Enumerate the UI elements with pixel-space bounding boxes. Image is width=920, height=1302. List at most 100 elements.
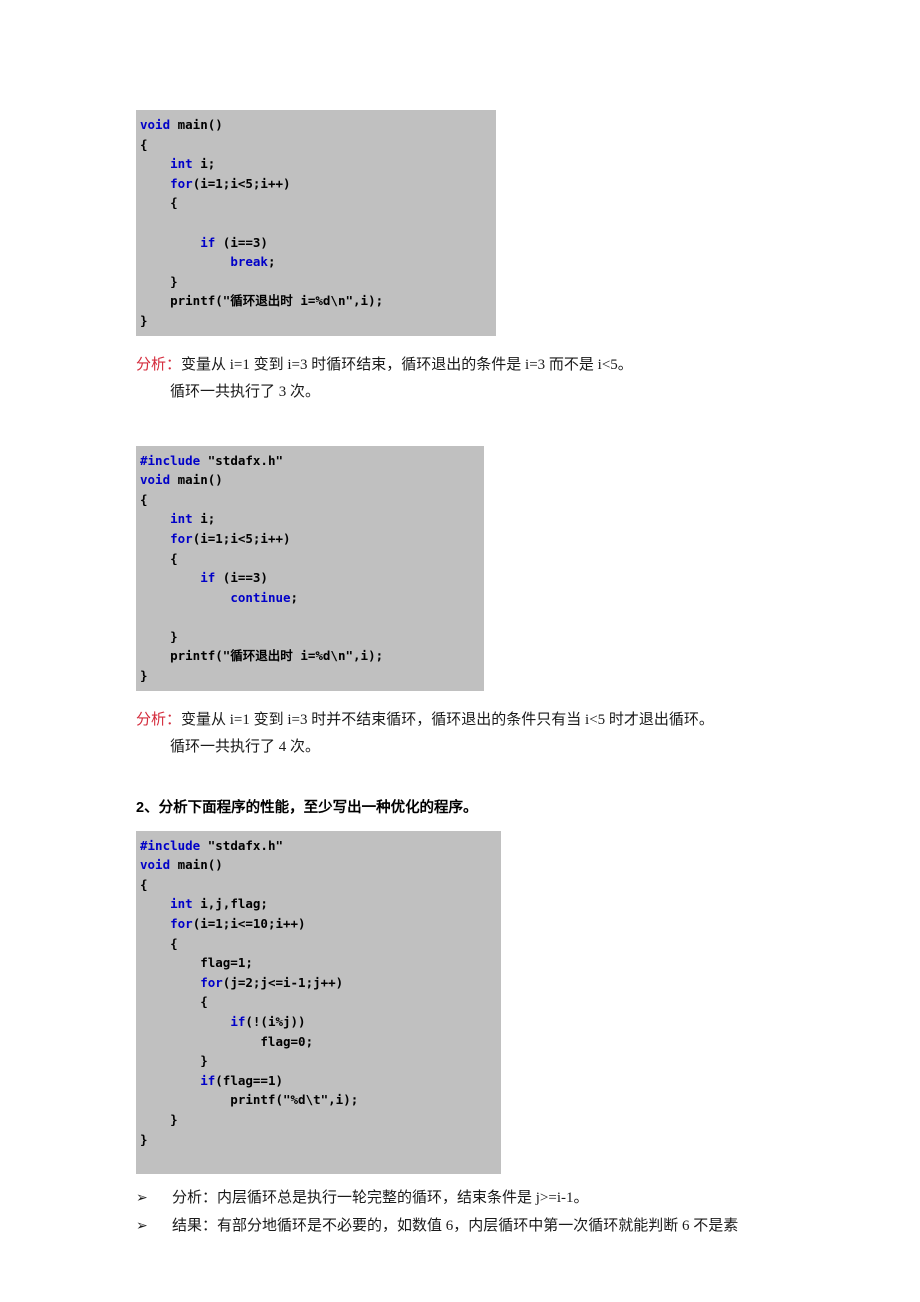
code-keyword: for <box>170 175 193 191</box>
section-2-heading: 2、分析下面程序的性能，至少写出一种优化的程序。 <box>136 799 478 816</box>
analysis-1-line-1: 分析：变量从 i=1 变到 i=3 时循环结束，循环退出的条件是 i=3 而不是… <box>136 352 836 379</box>
analysis-continue-example: 分析：变量从 i=1 变到 i=3 时并不结束循环，循环退出的条件只有当 i<5… <box>136 707 836 761</box>
code-line: { <box>140 875 501 895</box>
code-keyword: int <box>170 896 193 912</box>
arrow-bullet-icon: ➢ <box>136 1217 148 1234</box>
code-keyword: break <box>230 254 268 270</box>
code-keyword: if <box>200 234 216 250</box>
code-keyword: if <box>230 1014 246 1029</box>
code-line: flag=1; <box>140 953 501 973</box>
list-item: ➢ 分析：内层循环总是执行一轮完整的循环，结束条件是 j>=i-1。 <box>136 1184 836 1212</box>
code-keyword: void <box>140 472 171 488</box>
analysis-1-text-1: 变量从 i=1 变到 i=3 时循环结束，循环退出的条件是 i=3 而不是 i<… <box>181 356 633 373</box>
code-block-continue-example: #include "stdafx.h" void main(){ int i; f… <box>136 445 484 691</box>
code-line: { <box>140 193 496 213</box>
code-line: printf("循环退出时 i=%d\n",i); <box>140 646 484 666</box>
code-text: } <box>140 628 178 644</box>
code-keyword: if <box>200 1072 216 1088</box>
analysis-2-line-1: 分析：变量从 i=1 变到 i=3 时并不结束循环，循环退出的条件只有当 i<5… <box>136 707 836 734</box>
code-block-prime-example: #include "stdafx.h" void main(){ int i,j,… <box>136 830 501 1174</box>
code-text: ; <box>267 254 276 270</box>
document-content: void main(){ int i; for(i=1;i<5;i++) { i… <box>136 110 836 1240</box>
code-text: } <box>140 1053 208 1069</box>
bullet-text-result: 结果：有部分地循环是不必要的，如数值 6，内层循环中第一次循环就能判断 6 不是… <box>172 1217 739 1234</box>
code-line: } <box>140 311 496 331</box>
code-text: main() <box>170 472 223 488</box>
code-text: printf("循环退出时 i=%d\n",i); <box>140 648 384 664</box>
analysis-break-example: 分析：变量从 i=1 变到 i=3 时循环结束，循环退出的条件是 i=3 而不是… <box>136 352 836 406</box>
bullet-text-analysis: 分析：内层循环总是执行一轮完整的循环，结束条件是 j>=i-1。 <box>172 1189 589 1206</box>
code-keyword: void <box>140 857 171 873</box>
analysis-1-line-2: 循环一共执行了 3 次。 <box>170 383 321 400</box>
code-keyword: #include <box>140 837 201 853</box>
code-text: (j=2;j<=i-1;j++) <box>222 974 344 990</box>
code-line: if (i==3) <box>140 568 484 588</box>
code-line: int i; <box>140 509 484 529</box>
code-text: flag=1; <box>140 955 253 971</box>
code-line: if (i==3) <box>140 233 496 253</box>
code-keyword: for <box>200 974 223 990</box>
code-text: "stdafx.h" <box>200 452 284 468</box>
code-text: printf("循环退出时 i=%d\n",i); <box>140 293 384 309</box>
code-text: { <box>140 935 178 951</box>
code-text: (i==3) <box>215 570 268 586</box>
code-keyword: continue <box>230 589 291 605</box>
analysis-label: 分析： <box>136 711 182 728</box>
code-line: for(j=2;j<=i-1;j++) <box>140 973 501 993</box>
code-text: printf("%d\t",i); <box>140 1092 359 1108</box>
code-keyword: if <box>200 570 216 586</box>
code-line: break; <box>140 252 496 272</box>
bullet-list: ➢ 分析：内层循环总是执行一轮完整的循环，结束条件是 j>=i-1。 ➢ 结果：… <box>136 1184 836 1240</box>
code-text: } <box>140 312 148 328</box>
code-line: printf("循环退出时 i=%d\n",i); <box>140 291 496 311</box>
code-text: i,j,flag; <box>192 896 268 912</box>
code-text: ; <box>290 589 299 605</box>
code-line: int i; <box>140 154 496 174</box>
code-line: { <box>140 992 501 1012</box>
code-line: flag=0; <box>140 1032 501 1052</box>
list-item: ➢ 结果：有部分地循环是不必要的，如数值 6，内层循环中第一次循环就能判断 6 … <box>136 1212 836 1240</box>
code-line: { <box>140 490 484 510</box>
code-text: } <box>140 273 178 289</box>
code-block-break-example: void main(){ int i; for(i=1;i<5;i++) { i… <box>136 110 496 336</box>
arrow-bullet-icon: ➢ <box>136 1189 148 1206</box>
code-line: for(i=1;i<5;i++) <box>140 174 496 194</box>
code-keyword: void <box>140 117 171 132</box>
code-line: } <box>140 1110 501 1130</box>
analysis-label: 分析： <box>136 356 182 373</box>
code-text: { <box>140 876 148 892</box>
code-line: if(!(i%j)) <box>140 1012 501 1032</box>
code-line: int i,j,flag; <box>140 894 501 914</box>
code-line: #include "stdafx.h" <box>140 451 484 471</box>
code-text: (!(i%j)) <box>245 1014 306 1029</box>
code-line: for(i=1;i<5;i++) <box>140 529 484 549</box>
code-text: { <box>140 550 178 566</box>
code-line: void main() <box>140 115 496 135</box>
code-line: void main() <box>140 470 484 490</box>
code-text: (flag==1) <box>215 1072 284 1088</box>
code-line: } <box>140 627 484 647</box>
code-keyword: for <box>170 530 193 546</box>
code-line: } <box>140 1051 501 1071</box>
code-line: #include "stdafx.h" <box>140 836 501 856</box>
code-line: continue; <box>140 588 484 608</box>
code-line: } <box>140 1130 501 1150</box>
code-line: { <box>140 135 496 155</box>
